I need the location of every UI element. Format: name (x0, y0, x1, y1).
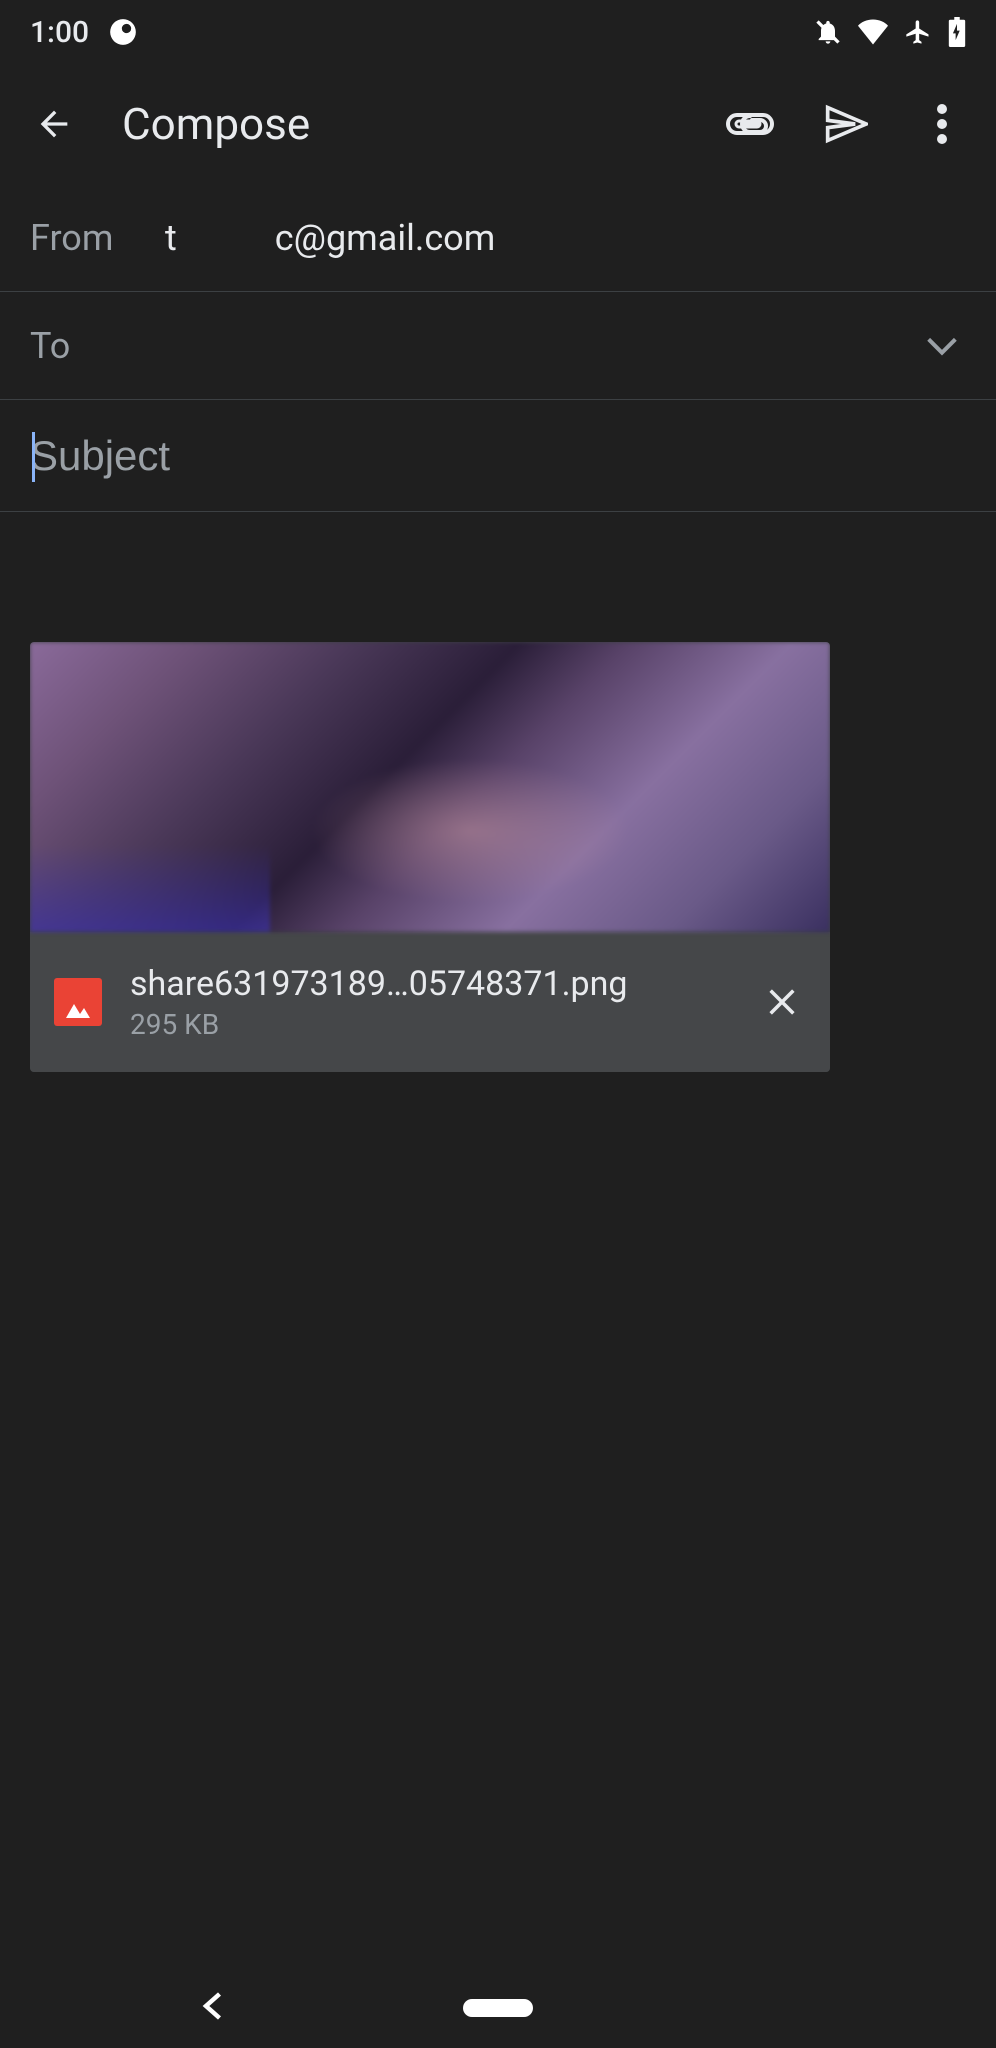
status-left: 1:00 (30, 15, 137, 50)
nav-home-pill[interactable] (463, 1999, 533, 2017)
from-label: From (30, 217, 125, 259)
chevron-down-icon (926, 336, 958, 356)
attachment-info: share631973189…05748371.png 295 KB (30, 932, 830, 1072)
status-bar: 1:00 (0, 0, 996, 64)
app-notification-icon (109, 18, 137, 46)
airplane-icon (904, 18, 932, 46)
attachment-preview[interactable] (30, 642, 830, 932)
attach-button[interactable] (726, 100, 774, 148)
from-email-part1: t (165, 217, 177, 259)
dnd-off-icon (814, 18, 842, 46)
page-title: Compose (122, 98, 682, 150)
system-nav-bar (0, 1968, 996, 2048)
app-bar: Compose (0, 64, 996, 184)
to-input[interactable] (165, 325, 918, 367)
attachment-filename: share631973189…05748371.png (130, 964, 730, 1004)
status-time: 1:00 (30, 15, 89, 50)
subject-row (0, 400, 996, 512)
close-icon (765, 985, 799, 1019)
send-button[interactable] (822, 100, 870, 148)
more-options-button[interactable] (918, 100, 966, 148)
image-type-icon (54, 978, 102, 1026)
chevron-left-icon (200, 1991, 224, 2021)
subject-input[interactable] (30, 432, 966, 480)
from-email: t c@gmail.com (165, 217, 495, 259)
nav-back-button[interactable] (200, 1991, 224, 2025)
wifi-icon (858, 19, 888, 45)
remove-attachment-button[interactable] (758, 978, 806, 1026)
to-label: To (30, 325, 125, 367)
attachment-details: share631973189…05748371.png 295 KB (130, 964, 730, 1041)
from-email-part2: c@gmail.com (275, 217, 495, 259)
attachment-size: 295 KB (130, 1008, 730, 1041)
more-vert-icon (937, 104, 947, 144)
status-right (814, 17, 966, 47)
arrow-back-icon (34, 104, 74, 144)
text-cursor (32, 432, 35, 482)
expand-recipients-button[interactable] (918, 322, 966, 370)
back-button[interactable] (30, 100, 78, 148)
from-row[interactable]: From t c@gmail.com (0, 184, 996, 292)
battery-charging-icon (948, 17, 966, 47)
compose-body[interactable]: share631973189…05748371.png 295 KB (0, 642, 996, 1072)
app-bar-actions (726, 100, 966, 148)
send-icon (824, 102, 868, 146)
to-row: To (0, 292, 996, 400)
paperclip-icon (724, 109, 776, 139)
attachment-card: share631973189…05748371.png 295 KB (30, 642, 830, 1072)
